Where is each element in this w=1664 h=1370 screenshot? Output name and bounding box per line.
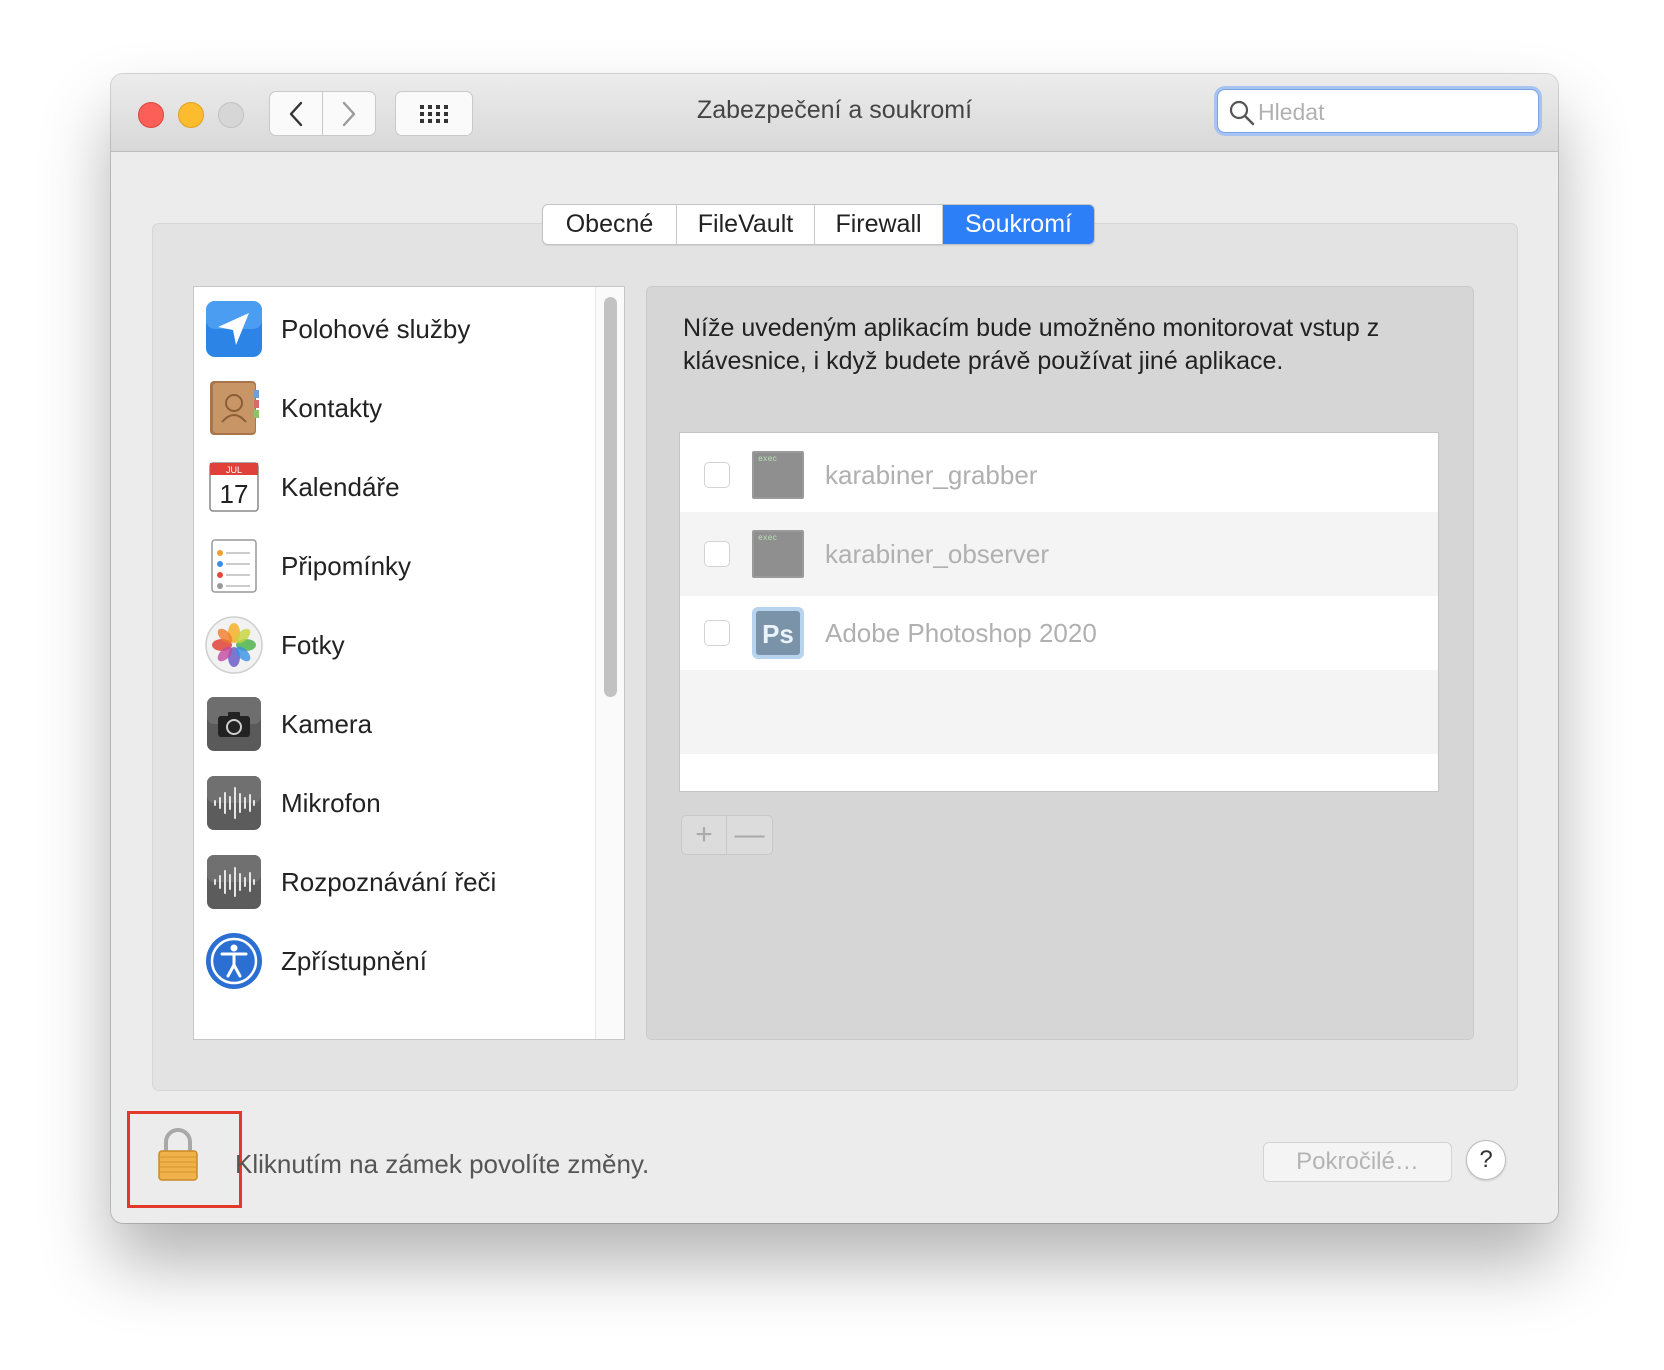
category-camera[interactable]: Kamera [194,682,594,766]
svg-text:Ps: Ps [762,619,794,649]
location-arrow-icon [206,301,262,357]
tab-privacy[interactable]: Soukromí [943,205,1094,244]
category-accessibility[interactable]: Zpřístupnění [194,919,594,1003]
app-name: karabiner_grabber [825,460,1038,490]
calendar-icon: JUL 17 [209,462,259,512]
category-speech-recognition[interactable]: Rozpoznávání řeči [194,840,594,924]
category-label: Fotky [281,630,345,660]
category-label: Kontakty [281,393,383,423]
app-name: karabiner_observer [825,539,1050,569]
category-reminders[interactable]: Připomínky [194,524,594,608]
add-app-button[interactable]: + [682,816,728,854]
category-label: Rozpoznávání řeči [281,867,497,897]
category-location-services[interactable]: Polohové služby [194,287,594,371]
search-field[interactable] [1217,89,1539,133]
accessibility-figure-icon [206,933,262,989]
category-contacts[interactable]: Kontakty [194,366,594,450]
svg-text:JUL: JUL [226,465,242,475]
photos-flower-icon [205,616,263,674]
speech-waveform-icon [207,855,261,909]
search-input[interactable] [1256,93,1530,131]
app-checkbox[interactable] [704,541,730,567]
lock-hint-text: Kliknutím na zámek povolíte změny. [235,1149,650,1179]
help-button[interactable]: ? [1466,1140,1506,1180]
microphone-waveform-icon [207,776,261,830]
svg-text:exec: exec [758,455,777,464]
scrollbar-thumb[interactable] [604,297,617,697]
category-label: Kamera [281,709,373,739]
svg-text:exec: exec [758,534,777,543]
category-label: Kalendáře [281,472,400,502]
exec-terminal-icon: exec [752,451,804,499]
category-label: Zpřístupnění [281,946,427,976]
svg-text:17: 17 [220,479,249,509]
remove-app-button[interactable]: — [727,816,772,854]
preferences-window: Zabezpečení a soukromí Obecné FileVault … [111,74,1558,1223]
tab-bar: Obecné FileVault Firewall Soukromí [542,204,1095,245]
category-photos[interactable]: Fotky [194,603,594,687]
camera-icon [207,697,261,751]
category-label: Polohové služby [281,314,471,344]
tab-filevault[interactable]: FileVault [677,205,815,244]
contacts-book-icon [210,381,259,435]
app-list: exec karabiner_grabber exec karabiner_ob… [679,432,1439,792]
app-row[interactable]: Ps Adobe Photoshop 2020 [680,591,1438,675]
category-label: Připomínky [281,551,412,581]
permission-description: Níže uvedeným aplikacím bude umožněno mo… [683,314,1380,375]
detail-panel: Níže uvedeným aplikacím bude umožněno mo… [646,286,1474,1040]
category-microphone[interactable]: Mikrofon [194,761,594,845]
photoshop-icon: Ps [752,607,804,659]
title-bar: Zabezpečení a soukromí [111,74,1558,152]
advanced-button[interactable]: Pokročilé… [1263,1142,1452,1182]
category-label: Mikrofon [281,788,381,818]
app-name: Adobe Photoshop 2020 [825,618,1097,648]
tab-firewall[interactable]: Firewall [815,205,943,244]
app-row[interactable]: exec karabiner_observer [680,512,1438,596]
lock-icon[interactable] [156,1127,200,1183]
reminders-list-icon [211,539,257,593]
exec-terminal-icon: exec [752,530,804,578]
app-row[interactable]: exec karabiner_grabber [680,433,1438,517]
empty-row [680,670,1438,754]
search-icon [1229,100,1255,126]
category-list-scrollbar[interactable] [595,287,624,1039]
category-calendars[interactable]: JUL 17 Kalendáře [194,445,594,529]
add-remove-control: + — [681,815,773,855]
privacy-category-list: Polohové služby Kontakty JUL 17 Kalendář… [193,286,625,1040]
app-checkbox[interactable] [704,462,730,488]
tab-general[interactable]: Obecné [543,205,677,244]
app-checkbox[interactable] [704,620,730,646]
